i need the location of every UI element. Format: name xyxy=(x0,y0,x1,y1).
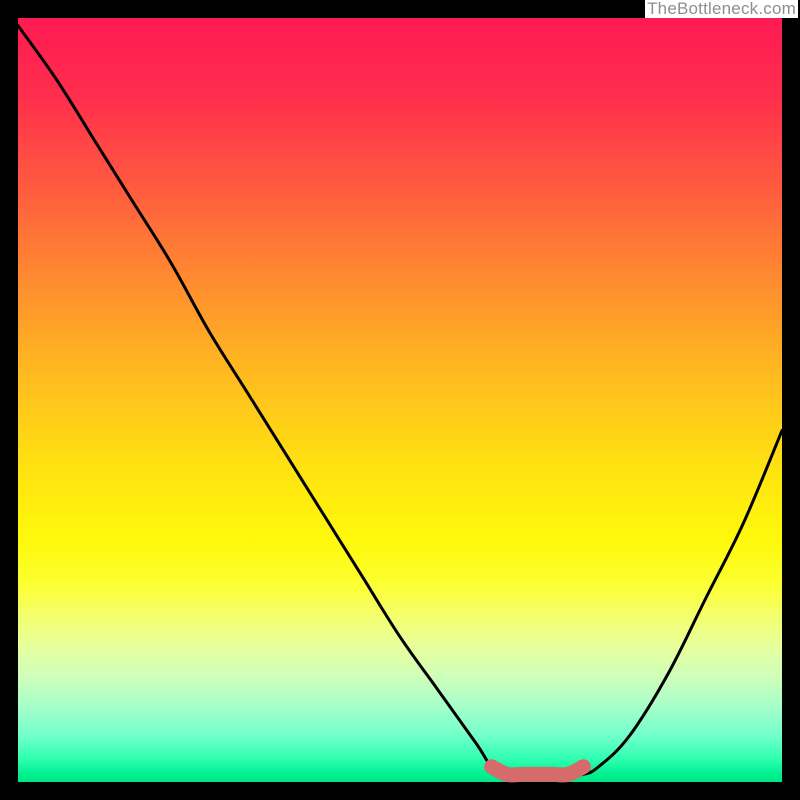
bottleneck-curve-path xyxy=(18,26,782,775)
chart-frame: TheBottleneck.com xyxy=(0,0,800,800)
watermark-text: TheBottleneck.com xyxy=(645,0,798,18)
plot-area xyxy=(18,18,782,782)
optimal-band-path xyxy=(492,767,584,775)
chart-svg xyxy=(18,18,782,782)
